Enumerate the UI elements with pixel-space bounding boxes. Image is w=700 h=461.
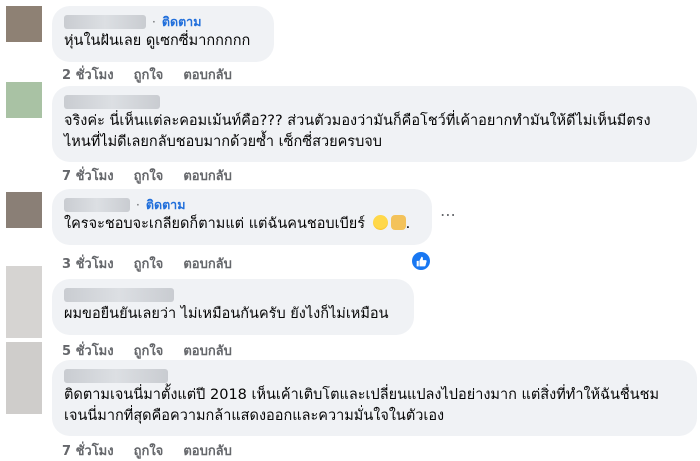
comment-text-line: เจนนี่มากที่สุดคือความกล้าแสดงออกและความ…	[64, 408, 445, 424]
author-name-blurred[interactable]	[64, 198, 130, 212]
separator-dot: ·	[152, 15, 156, 29]
comment-bubble: · ติดตาม หุ่นในฝันเลย ดูเซกซี่มากกกกก	[52, 6, 274, 62]
reply-button[interactable]: ตอบกลับ	[183, 165, 232, 186]
comment-bubble: ผมขอยืนยันเลยว่า ไม่เหมือนกันครับ ยังไงก…	[52, 279, 414, 335]
comment-actions: 5 ชั่วโมง ถูกใจ ตอบกลับ	[62, 340, 232, 361]
grinning-face-emoji	[372, 215, 388, 230]
reply-button[interactable]: ตอบกลับ	[183, 253, 232, 274]
avatar[interactable]	[6, 266, 42, 338]
comment-text-line: ไหนที่ไม่ดีเลยกลับชอบมากด้วยซ้ำ เซ็กซี่ส…	[64, 134, 382, 150]
comment-text: ใครจะชอบจะเกลียดก็ตามแต่ แต่ฉันคนชอบเบีย…	[64, 214, 420, 235]
author-name-blurred[interactable]	[64, 15, 146, 29]
author-row	[64, 367, 685, 385]
timestamp-link[interactable]: 5 ชั่วโมง	[62, 340, 114, 361]
timestamp-link[interactable]: 7 ชั่วโมง	[62, 165, 114, 186]
avatar[interactable]	[6, 82, 42, 118]
comment-actions: 3 ชั่วโมง ถูกใจ ตอบกลับ	[62, 253, 232, 274]
thumb-glyph	[416, 256, 427, 266]
timestamp-link[interactable]: 7 ชั่วโมง	[62, 440, 114, 461]
avatar[interactable]	[6, 192, 42, 228]
comment-text-line: ติดตามเจนนี่มาตั้งแต่ปี 2018 เห็นเค้าเติ…	[64, 387, 660, 403]
author-name-blurred[interactable]	[64, 369, 168, 383]
author-name-blurred[interactable]	[64, 95, 160, 109]
separator-dot: ·	[136, 198, 140, 212]
like-button[interactable]: ถูกใจ	[134, 165, 164, 186]
author-name-blurred[interactable]	[64, 288, 174, 302]
like-button[interactable]: ถูกใจ	[134, 253, 164, 274]
comment-text: หุ่นในฝันเลย ดูเซกซี่มากกกกก	[64, 33, 251, 49]
timestamp-link[interactable]: 3 ชั่วโมง	[62, 253, 114, 274]
follow-button[interactable]: ติดตาม	[146, 195, 186, 215]
comment-text-tail: .	[405, 216, 411, 232]
author-row: · ติดตาม	[64, 196, 420, 214]
comment-text: ผมขอยืนยันเลยว่า ไม่เหมือนกันครับ ยังไงก…	[64, 306, 389, 322]
author-row: · ติดตาม	[64, 13, 262, 31]
comment-actions: 2 ชั่วโมง ถูกใจ ตอบกลับ	[62, 64, 232, 85]
like-thumb-icon[interactable]	[410, 250, 432, 272]
like-button[interactable]: ถูกใจ	[134, 440, 164, 461]
comment-text-body: ใครจะชอบจะเกลียดก็ตามแต่ แต่ฉันคนชอบเบีย…	[64, 216, 370, 232]
avatar[interactable]	[6, 342, 42, 414]
timestamp-link[interactable]: 2 ชั่วโมง	[62, 64, 114, 85]
avatar[interactable]	[6, 6, 42, 42]
like-button[interactable]: ถูกใจ	[134, 340, 164, 361]
reply-button[interactable]: ตอบกลับ	[183, 340, 232, 361]
comment-actions: 7 ชั่วโมง ถูกใจ ตอบกลับ	[62, 165, 232, 186]
more-horizontal-icon[interactable]: ⋯	[440, 205, 458, 224]
comment-text-line: จริงค่ะ นี่เห็นแต่ละคอมเม้นท์คือ??? ส่วน…	[64, 113, 651, 129]
author-row	[64, 286, 402, 304]
reply-button[interactable]: ตอบกลับ	[183, 440, 232, 461]
comment-bubble: ติดตามเจนนี่มาตั้งแต่ปี 2018 เห็นเค้าเติ…	[52, 360, 697, 436]
comment-bubble: · ติดตาม ใครจะชอบจะเกลียดก็ตามแต่ แต่ฉัน…	[52, 189, 432, 245]
follow-button[interactable]: ติดตาม	[162, 12, 202, 32]
like-button[interactable]: ถูกใจ	[134, 64, 164, 85]
reply-button[interactable]: ตอบกลับ	[183, 64, 232, 85]
raised-hands-emoji	[390, 215, 406, 230]
comment-actions: 7 ชั่วโมง ถูกใจ ตอบกลับ	[62, 440, 232, 461]
comment-bubble: จริงค่ะ นี่เห็นแต่ละคอมเม้นท์คือ??? ส่วน…	[52, 86, 697, 162]
author-row	[64, 93, 685, 111]
